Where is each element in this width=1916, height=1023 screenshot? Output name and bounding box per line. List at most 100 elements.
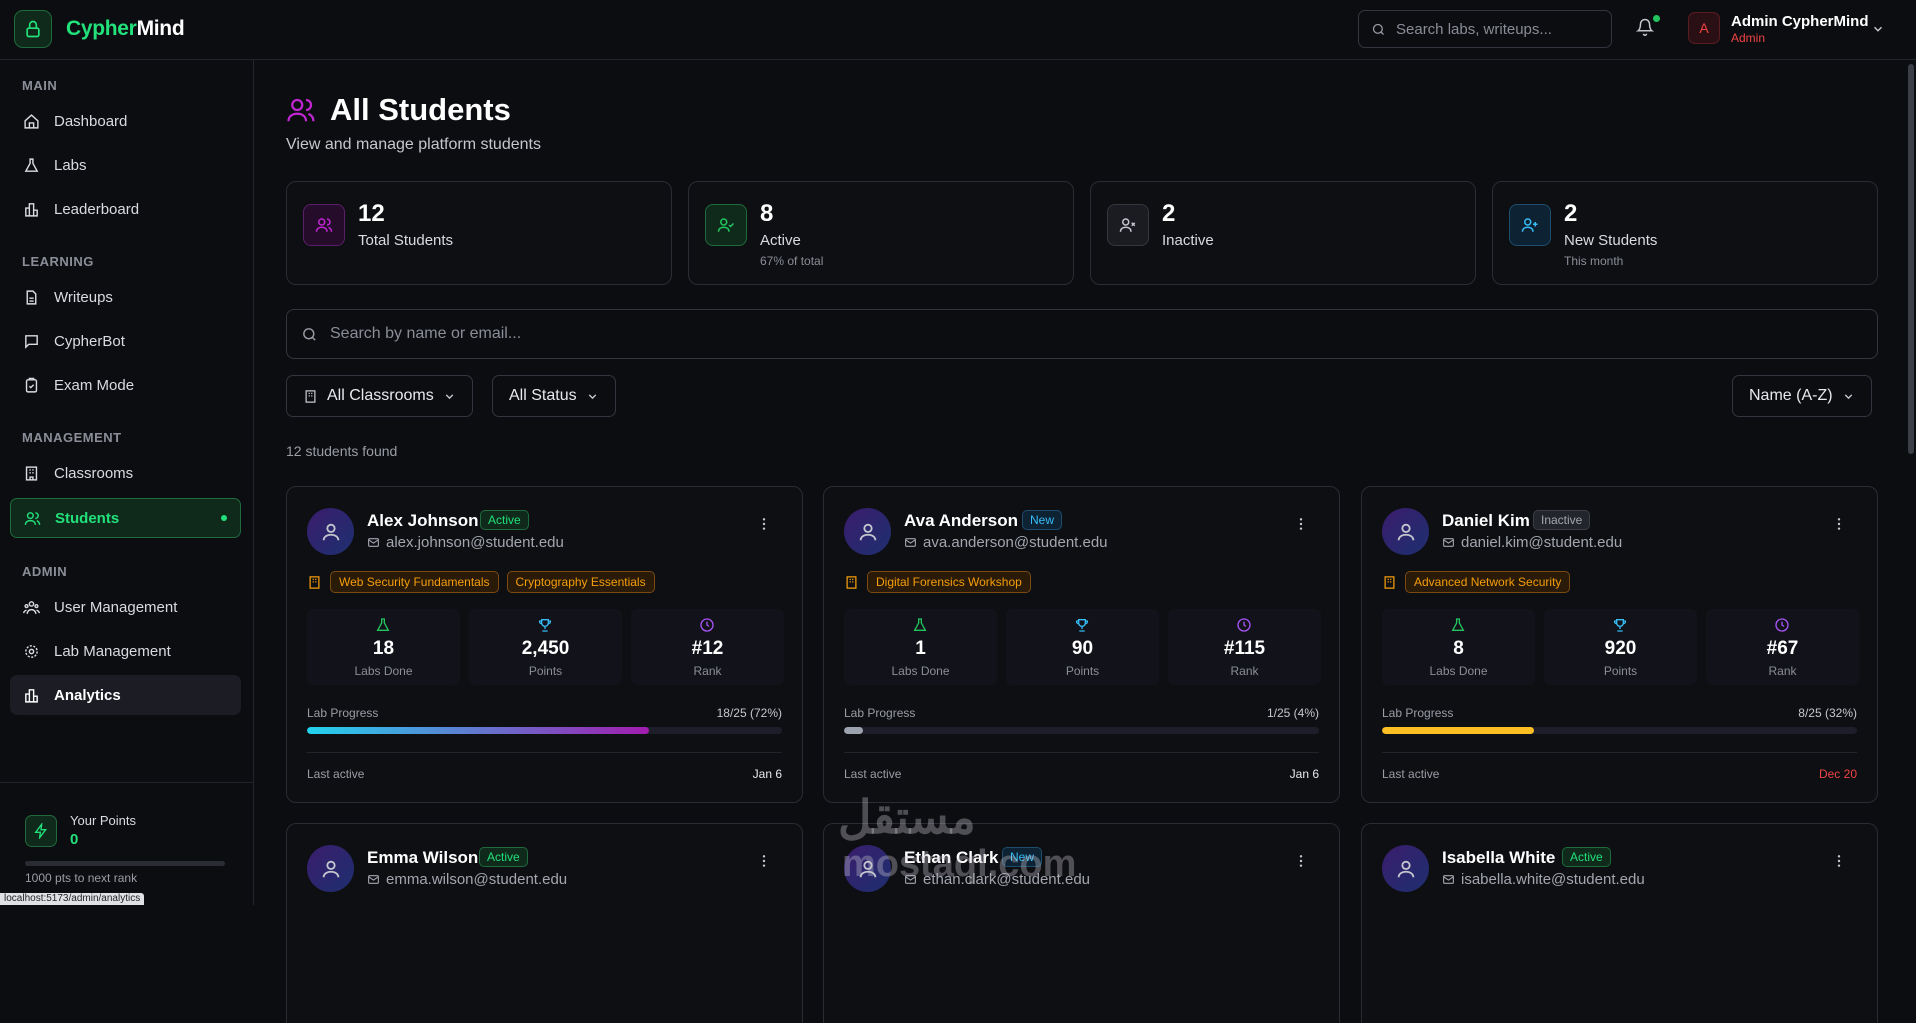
sidebar-item-exam-mode[interactable]: Exam Mode (10, 365, 241, 405)
status-badge: Active (480, 510, 529, 530)
lab-progress-value: 8/25 (32%) (1798, 706, 1857, 720)
sidebar-item-cypherbot[interactable]: CypherBot (10, 321, 241, 361)
email-text: isabella.white@student.edu (1461, 871, 1645, 888)
lab-progress-label: Lab Progress (844, 706, 916, 720)
student-card[interactable]: Isabella White Active isabella.white@stu… (1361, 823, 1878, 1023)
trophy-icon (537, 617, 553, 633)
labs-done-value: 18 (372, 638, 395, 659)
lab-progress-bar (844, 727, 1319, 734)
stat-value: 12 (358, 200, 385, 227)
clock-icon (1774, 617, 1790, 633)
stat-card-new: 2 New Students This month (1492, 181, 1878, 285)
watermark-arabic: مستقل (838, 791, 976, 843)
stat-sub: 67% of total (760, 254, 824, 268)
lab-progress-fill (307, 727, 649, 734)
classroom-tags: Digital Forensics Workshop (844, 571, 1031, 593)
student-email: isabella.white@student.edu (1442, 871, 1645, 888)
email-text: ava.anderson@student.edu (923, 534, 1108, 551)
student-search-input[interactable]: Search by name or email... (286, 309, 1878, 359)
status-filter-dropdown[interactable]: All Status (492, 375, 616, 417)
classroom-chip[interactable]: Digital Forensics Workshop (867, 571, 1031, 593)
stat-card-total: 12 Total Students (286, 181, 672, 285)
sort-dropdown[interactable]: Name (A-Z) (1732, 375, 1872, 417)
user-avatar-icon (844, 508, 891, 555)
labs-done-stat: 1 Labs Done (844, 609, 997, 685)
stat-label: Active (760, 232, 801, 249)
stat-value: 8 (760, 200, 774, 227)
labs-done-label: Labs Done (891, 664, 950, 678)
section-learning: LEARNING (22, 254, 94, 269)
more-vertical-icon[interactable] (756, 516, 772, 532)
lab-progress-label: Lab Progress (1382, 706, 1454, 720)
lab-progress-label: Lab Progress (307, 706, 379, 720)
building-icon (25, 465, 38, 481)
email-text: daniel.kim@student.edu (1461, 534, 1623, 551)
gear-icon (25, 644, 38, 658)
user-plus-icon (1509, 204, 1551, 246)
user-role: Admin (1731, 31, 1766, 45)
classroom-filter-dropdown[interactable]: All Classrooms (286, 375, 473, 417)
chevron-down-icon[interactable] (1871, 22, 1885, 36)
student-name[interactable]: Emma Wilson (367, 848, 478, 868)
active-indicator-dot (221, 515, 227, 521)
student-name[interactable]: Alex Johnson (367, 511, 478, 531)
more-vertical-icon[interactable] (1293, 853, 1309, 869)
student-name[interactable]: Daniel Kim (1442, 511, 1530, 531)
student-card[interactable]: Daniel Kim Inactive daniel.kim@student.e… (1361, 486, 1878, 803)
student-card[interactable]: Ava Anderson New ava.anderson@student.ed… (823, 486, 1340, 803)
sidebar-item-analytics[interactable]: Analytics (10, 675, 241, 715)
sidebar-item-writeups[interactable]: Writeups (10, 277, 241, 317)
more-vertical-icon[interactable] (1831, 853, 1847, 869)
classroom-chip[interactable]: Web Security Fundamentals (330, 571, 499, 593)
app-logo[interactable]: CypherMind (66, 17, 185, 41)
rank-stat: #67 Rank (1706, 609, 1859, 685)
classroom-chip[interactable]: Cryptography Essentials (506, 571, 655, 593)
sidebar-item-dashboard[interactable]: Dashboard (10, 101, 241, 141)
sidebar-item-leaderboard[interactable]: Leaderboard (10, 189, 241, 229)
top-bar: CypherMind Search labs, writeups... A Ad… (0, 0, 1916, 60)
chevron-down-icon (445, 393, 453, 399)
more-vertical-icon[interactable] (1293, 516, 1309, 532)
rank-label: Rank (693, 664, 722, 678)
bell-icon[interactable] (1636, 18, 1654, 36)
email-text: alex.johnson@student.edu (386, 534, 564, 551)
student-email: daniel.kim@student.edu (1442, 534, 1622, 551)
points-value: 920 (1604, 638, 1637, 659)
more-vertical-icon[interactable] (756, 853, 772, 869)
user-name[interactable]: Admin CypherMind (1731, 13, 1869, 30)
scrollbar-thumb[interactable] (1908, 64, 1914, 454)
logo-lock-icon[interactable] (14, 10, 52, 48)
student-name[interactable]: Isabella White (1442, 848, 1555, 868)
points-value: 2,450 (521, 638, 570, 659)
student-card[interactable]: Alex Johnson Active alex.johnson@student… (286, 486, 803, 803)
section-main: MAIN (22, 78, 58, 93)
points-next-rank: 1000 pts to next rank (25, 871, 138, 885)
sidebar-item-students[interactable]: Students (10, 498, 241, 538)
user-x-icon (1107, 204, 1149, 246)
lab-progress-bar (1382, 727, 1857, 734)
labs-done-value: 1 (915, 638, 926, 659)
results-count: 12 students found (286, 443, 398, 459)
classroom-chip[interactable]: Advanced Network Security (1405, 571, 1571, 593)
user-avatar[interactable]: A (1688, 12, 1720, 44)
sidebar-item-classrooms[interactable]: Classrooms (10, 453, 241, 493)
chat-icon (25, 334, 38, 349)
sidebar-item-lab-management[interactable]: Lab Management (10, 631, 241, 671)
watermark-text: mostaql.com (842, 843, 1077, 885)
status-badge: Active (479, 847, 528, 867)
section-admin: ADMIN (22, 564, 68, 579)
more-vertical-icon[interactable] (1831, 516, 1847, 532)
file-text-icon (26, 289, 37, 305)
home-icon (24, 113, 39, 129)
flask-icon (375, 617, 391, 633)
student-card[interactable]: Emma Wilson Active emma.wilson@student.e… (286, 823, 803, 1023)
sidebar-item-user-management[interactable]: User Management (10, 587, 241, 627)
sidebar-item-label: CypherBot (54, 332, 125, 350)
sidebar-item-labs[interactable]: Labs (10, 145, 241, 185)
user-avatar-icon (1382, 508, 1429, 555)
global-search-input[interactable]: Search labs, writeups... (1358, 10, 1612, 48)
points-value: 0 (70, 831, 79, 848)
student-name[interactable]: Ava Anderson (904, 511, 1018, 531)
student-email: alex.johnson@student.edu (367, 534, 564, 551)
points-progress-bar (25, 861, 225, 866)
